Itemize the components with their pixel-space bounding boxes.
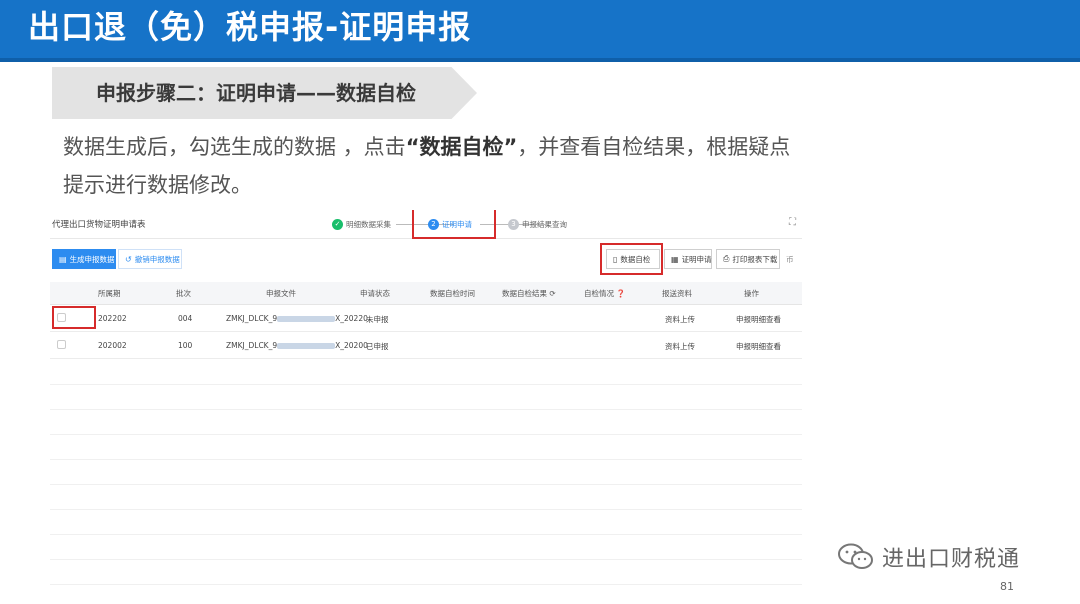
empty-row [50, 484, 802, 510]
app-title: 代理出口货物证明申请表 [52, 220, 146, 230]
step-banner-text: 申报步骤二：证明申请——数据自检 [96, 81, 416, 105]
empty-row [50, 509, 802, 535]
col-status: 申请状态 [360, 289, 390, 298]
wechat-icon [838, 543, 873, 569]
cell-file-link[interactable]: ZMKJ_DLCK_9 X_20220 [226, 314, 368, 323]
col-action: 操作 [744, 289, 759, 298]
document-icon: ▤ [59, 254, 67, 264]
view-detail-link[interactable]: 申报明细查看 [736, 314, 781, 325]
app-header: 代理出口货物证明申请表 ✓ 明细数据采集 2 证明申请 3 申报结果查询 ⛶ [50, 210, 802, 239]
col-material: 报送资料 [662, 289, 692, 298]
apply-button[interactable]: ▦ 证明申请 [664, 249, 712, 269]
check-icon: ✓ [332, 218, 343, 230]
watermark-text: 进出口财税通 [882, 547, 1021, 572]
cell-status: 未申报 [366, 315, 389, 324]
step-3-number: 3 [508, 218, 519, 230]
step-banner: 申报步骤二：证明申请——数据自检 [52, 67, 477, 119]
cell-period: 202002 [98, 341, 127, 350]
step-1-label: 明细数据采集 [346, 219, 391, 229]
highlight-step-box [412, 210, 496, 239]
row-checkbox[interactable] [57, 340, 66, 349]
empty-row [50, 409, 802, 435]
highlight-checkbox-box [52, 306, 96, 329]
desc-part1: 数据生成后，勾选生成的数据 ，点击 [63, 135, 406, 159]
empty-row [50, 359, 802, 385]
slide-title: 出口退（免）税申报-证明申报 [28, 8, 472, 46]
col-period: 所属期 [98, 289, 121, 298]
cell-file-link[interactable]: ZMKJ_DLCK_9 X_20200 [226, 341, 368, 350]
empty-row [50, 384, 802, 410]
empty-row [50, 534, 802, 560]
highlight-selfcheck-box [600, 243, 663, 275]
revoke-data-button[interactable]: ↺ 撤销申报数据 [118, 249, 182, 269]
toolbar: ▤ 生成申报数据 ↺ 撤销申报数据 ▯ 数据自检 ▦ 证明申请 ⎙ 打印报表下载 币 [50, 243, 802, 275]
desc-bold: “数据自检” [405, 135, 518, 159]
table-header: 所属期 批次 申报文件 申请状态 数据自检时间 数据自检结果 ⟳ 自检情况 ❓ … [50, 282, 802, 305]
step-3-label: 申报结果查询 [522, 219, 567, 229]
cell-batch: 100 [178, 341, 193, 350]
step-3[interactable]: 3 申报结果查询 [508, 215, 567, 233]
empty-row [50, 459, 802, 485]
cell-batch: 004 [178, 314, 193, 323]
upload-link[interactable]: 资料上传 [665, 314, 695, 325]
cell-status: 已申报 [366, 342, 389, 351]
table-row: 202002 100 ZMKJ_DLCK_9 X_20200 已申报 资料上传 申… [50, 332, 802, 359]
help-icon[interactable]: ❓ [616, 289, 625, 298]
table-row: 202202 004 ZMKJ_DLCK_9 X_20220 未申报 资料上传 申… [50, 305, 802, 332]
upload-link[interactable]: 资料上传 [665, 341, 695, 352]
redacted-block [277, 343, 336, 349]
redacted-block [277, 316, 336, 322]
view-detail-link[interactable]: 申报明细查看 [736, 341, 781, 352]
list-icon: ▦ [671, 254, 679, 264]
refresh-icon[interactable]: ⟳ [549, 289, 555, 298]
step-1[interactable]: ✓ 明细数据采集 [332, 215, 391, 233]
empty-row [50, 559, 802, 585]
description: 数据生成后，勾选生成的数据 ，点击“数据自检”，并查看自检结果，根据疑点提示进行… [63, 128, 803, 204]
title-bar: 出口退（免）税申报-证明申报 [0, 0, 1080, 62]
print-download-button[interactable]: ⎙ 打印报表下载 [716, 249, 780, 269]
app-screenshot: 代理出口货物证明申请表 ✓ 明细数据采集 2 证明申请 3 申报结果查询 ⛶ ▤… [50, 210, 802, 604]
col-batch: 批次 [176, 289, 191, 298]
empty-row [50, 434, 802, 460]
watermark: 进出口财税通 [836, 540, 1020, 574]
generate-data-button[interactable]: ▤ 生成申报数据 [52, 249, 116, 269]
col-check-status: 自检情况 ❓ [584, 289, 626, 298]
col-check-result: 数据自检结果 ⟳ [502, 289, 556, 298]
col-check-time: 数据自检时间 [430, 289, 475, 298]
col-file: 申报文件 [266, 289, 296, 298]
fullscreen-icon[interactable]: ⛶ [789, 217, 796, 228]
more-button[interactable]: 币 [784, 249, 800, 269]
cell-period: 202202 [98, 314, 127, 323]
print-icon: ⎙ [723, 254, 730, 263]
undo-icon: ↺ [125, 254, 132, 264]
page-number: 81 [1000, 580, 1014, 593]
